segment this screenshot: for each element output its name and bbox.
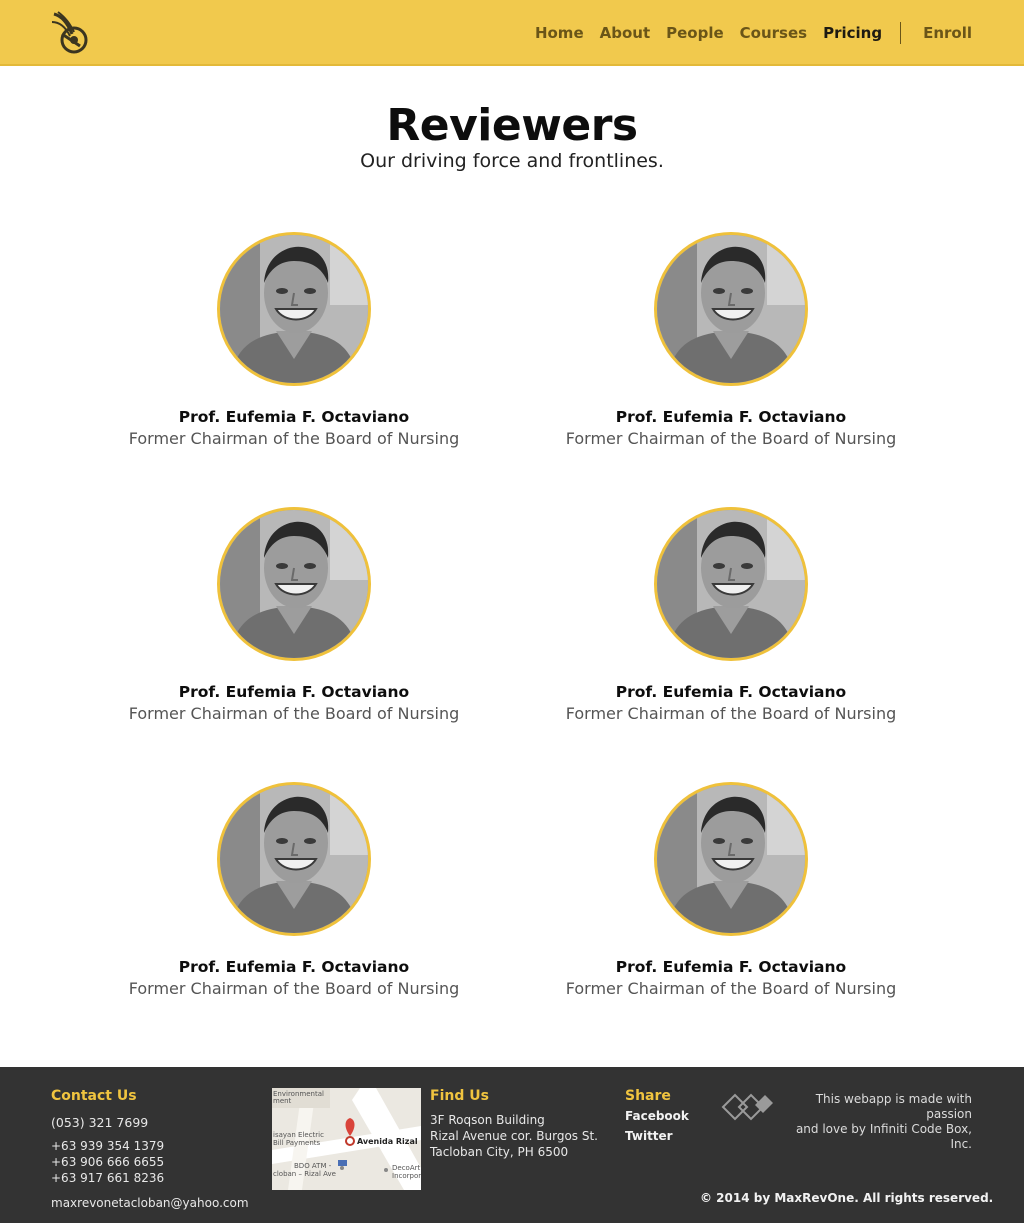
portrait-photo [220,785,368,933]
nav-about[interactable]: About [600,24,651,42]
credit-line: This webapp is made with passion [815,1092,972,1121]
reviewer-avatar [654,507,808,661]
nav-home[interactable]: Home [535,24,584,42]
reviewer-role: Former Chairman of the Board of Nursing [128,429,460,448]
reviewer-name: Prof. Eufemia F. Octaviano [178,683,410,701]
address-line: Tacloban City, PH 6500 [430,1145,569,1159]
address-line: 3F Roqson Building [430,1113,545,1127]
reviewer-card: Prof. Eufemia F. Octaviano Former Chairm… [114,507,474,723]
reviewer-name: Prof. Eufemia F. Octaviano [178,958,410,976]
reviewer-role: Former Chairman of the Board of Nursing [128,704,460,723]
credit-line: and love by Infiniti Code Box, Inc. [795,1122,972,1151]
credit-text: This webapp is made with passion and lov… [776,1092,972,1152]
top-navigation-bar: Home About People Courses Pricing Enroll [0,0,1024,66]
map-label: Bill Payments [273,1139,321,1147]
map-label: Avenida Rizal [357,1137,418,1146]
infiniti-code-box-logo-icon[interactable] [721,1091,775,1123]
contact-heading: Contact Us [51,1088,137,1104]
reviewer-role: Former Chairman of the Board of Nursing [565,429,897,448]
nav-divider [900,22,902,44]
reviewer-card: Prof. Eufemia F. Octaviano Former Chairm… [551,782,911,998]
contact-email-link[interactable]: maxrevonetacloban@yahoo.com [51,1195,249,1211]
twitter-link[interactable]: Twitter [625,1129,673,1143]
copyright-text: © 2014 by MaxRevOne. All rights reserved… [700,1191,994,1205]
address-line: Rizal Avenue cor. Burgos St. [430,1129,598,1143]
contact-mobile: +63 917 661 8236 [51,1171,165,1185]
reviewer-card: Prof. Eufemia F. Octaviano Former Chairm… [551,232,911,448]
maxrevone-logo-icon[interactable] [50,10,90,56]
main-nav: Home About People Courses Pricing Enroll [519,0,972,66]
location-map[interactable]: Environmental ment isayan Electric Bill … [272,1088,421,1190]
nav-enroll-button[interactable]: Enroll [923,24,972,42]
reviewer-role: Former Chairman of the Board of Nursing [128,979,460,998]
reviewer-avatar [217,782,371,936]
portrait-photo [657,235,805,383]
contact-mobiles: +63 939 354 1379 +63 906 666 6655 +63 91… [51,1138,164,1186]
address: 3F Roqson Building Rizal Avenue cor. Bur… [430,1112,598,1160]
reviewer-card: Prof. Eufemia F. Octaviano Former Chairm… [114,782,474,998]
reviewer-role: Former Chairman of the Board of Nursing [565,979,897,998]
map-label: Incorpor [392,1172,421,1180]
map-label: cloban – Rizal Ave [273,1170,336,1178]
nav-courses[interactable]: Courses [740,24,807,42]
share-heading: Share [625,1088,671,1104]
map-label: BDO ATM - [294,1162,332,1170]
facebook-link[interactable]: Facebook [625,1109,689,1123]
site-footer: Contact Us (053) 321 7699 +63 939 354 13… [0,1067,1024,1223]
reviewer-avatar [217,507,371,661]
reviewer-name: Prof. Eufemia F. Octaviano [615,958,847,976]
map-label: DecoArt [392,1164,420,1172]
map-label: ment [273,1097,292,1105]
reviewer-name: Prof. Eufemia F. Octaviano [615,683,847,701]
reviewer-role: Former Chairman of the Board of Nursing [565,704,897,723]
reviewer-avatar [217,232,371,386]
map-graphic: Environmental ment isayan Electric Bill … [272,1088,421,1190]
reviewer-avatar [654,782,808,936]
nav-people[interactable]: People [666,24,724,42]
reviewer-card: Prof. Eufemia F. Octaviano Former Chairm… [551,507,911,723]
portrait-photo [220,235,368,383]
nav-pricing[interactable]: Pricing [823,24,882,42]
map-label: isayan Electric [273,1131,324,1139]
reviewer-name: Prof. Eufemia F. Octaviano [615,408,847,426]
find-us-heading: Find Us [430,1088,489,1104]
reviewer-card: Prof. Eufemia F. Octaviano Former Chairm… [114,232,474,448]
page-title: Reviewers [386,100,638,151]
contact-phone: (053) 321 7699 [51,1115,149,1130]
contact-mobile: +63 906 666 6655 [51,1155,165,1169]
portrait-photo [657,785,805,933]
portrait-photo [220,510,368,658]
reviewer-avatar [654,232,808,386]
page-subtitle: Our driving force and frontlines. [360,150,664,172]
portrait-photo [657,510,805,658]
reviewer-name: Prof. Eufemia F. Octaviano [178,408,410,426]
contact-mobile: +63 939 354 1379 [51,1139,165,1153]
